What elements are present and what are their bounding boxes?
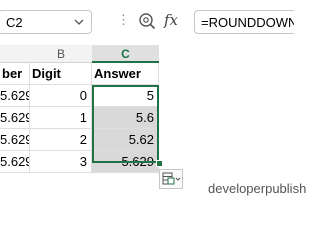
cell-number[interactable]: 5.6298 — [0, 151, 30, 173]
name-box[interactable]: C2 — [0, 10, 92, 34]
chevron-down-icon[interactable] — [73, 16, 85, 28]
column-header-c[interactable]: C — [92, 45, 159, 63]
quick-analysis-icon — [162, 172, 181, 185]
watermark-text: developerpublish — [208, 181, 307, 196]
cell-answer[interactable]: 5 — [92, 85, 159, 107]
formula-bar-separator: ⋮ — [117, 12, 130, 27]
header-cell-answer[interactable]: Answer — [92, 63, 159, 85]
cell-digit[interactable]: 3 — [30, 151, 92, 173]
column-header-b[interactable]: B — [30, 45, 92, 63]
cell-digit[interactable]: 0 — [30, 85, 92, 107]
cell-digit[interactable]: 2 — [30, 129, 92, 151]
column-header-a[interactable] — [0, 45, 30, 63]
cell-number[interactable]: 5.6298 — [0, 129, 30, 151]
cell-number[interactable]: 5.6298 — [0, 107, 30, 129]
formula-input[interactable]: =ROUNDDOWN — [194, 10, 294, 34]
fill-handle[interactable] — [156, 160, 163, 167]
zoom-icon[interactable] — [138, 12, 156, 30]
header-cell-digit[interactable]: Digit — [30, 63, 92, 85]
cell-answer[interactable]: 5.629 — [92, 151, 159, 173]
name-box-value: C2 — [6, 15, 23, 30]
header-cell-number[interactable]: ber — [0, 63, 30, 85]
cell-answer[interactable]: 5.6 — [92, 107, 159, 129]
quick-analysis-button[interactable] — [159, 169, 183, 189]
insert-function-icon[interactable]: fx — [164, 11, 178, 29]
cell-answer[interactable]: 5.62 — [92, 129, 159, 151]
cell-digit[interactable]: 1 — [30, 107, 92, 129]
cell-number[interactable]: 5.6298 — [0, 85, 30, 107]
